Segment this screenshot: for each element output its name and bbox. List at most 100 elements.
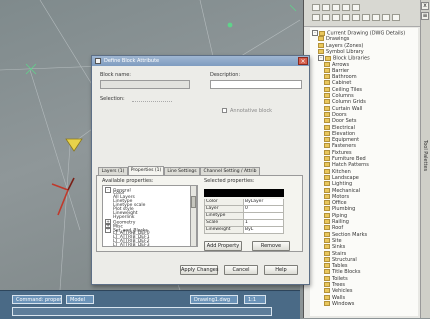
palette-tool-icon[interactable] [372, 14, 380, 21]
folder-icon [324, 200, 330, 206]
expand-toggle-icon[interactable]: - [318, 55, 324, 62]
selected-properties-grid[interactable]: Color ByLayer Layer 0 Linetype Scale 1 Lineweig… [204, 199, 284, 234]
grid-row[interactable]: Scale 1 [204, 220, 284, 227]
palette-close-icon[interactable]: x [421, 2, 429, 10]
model-tab[interactable]: Model [66, 295, 94, 304]
palette-titlebar[interactable]: Tool Palettes [420, 0, 430, 318]
available-properties-list[interactable]: - General Color All Layers Linetype Linetype … [102, 185, 198, 247]
property-list-item[interactable]: LT_ATTRIB_DEF3 [113, 243, 150, 246]
folder-icon [324, 80, 330, 86]
folder-icon [324, 124, 330, 130]
palette-tree-label: Title Blocks [332, 269, 361, 276]
folder-icon [324, 67, 330, 73]
palette-tool-icon[interactable] [352, 4, 360, 11]
palette-tree-label: Column Grids [332, 99, 366, 106]
folder-icon [324, 174, 330, 180]
annotative-checkbox[interactable] [222, 108, 227, 113]
command-input[interactable] [12, 307, 272, 316]
description-label: Description: [210, 72, 241, 78]
palette-tree-label: Site [332, 237, 342, 244]
grid-key: Layer [204, 206, 244, 213]
tab-channel-settings[interactable]: Channel Setting / Attrib [200, 167, 260, 175]
palette-tool-icon[interactable] [392, 14, 400, 21]
palette-tree-label: Tables [332, 263, 348, 270]
command-line-button[interactable]: Command: properties [12, 295, 62, 304]
scale-button[interactable]: 1:1 [244, 295, 266, 304]
grid-value[interactable]: 0 [244, 206, 284, 213]
remove-button[interactable]: Remove [252, 241, 290, 251]
palette-menu-icon[interactable]: ≡ [421, 12, 429, 20]
expand-toggle-icon[interactable]: - [105, 187, 111, 193]
axis-tripod-icon [51, 177, 75, 216]
tab-line-settings[interactable]: Line Settings [164, 167, 200, 175]
palette-tool-icon[interactable] [332, 14, 340, 21]
folder-icon [318, 36, 324, 42]
palette-tool-icon[interactable] [312, 14, 320, 21]
palette-tool-icon[interactable] [322, 4, 330, 11]
palette-tool-icon[interactable] [342, 4, 350, 11]
tab-layers[interactable]: Layers (1) [98, 167, 128, 175]
name-field[interactable] [100, 80, 190, 89]
palette-tree-label: Kitchen [332, 168, 351, 175]
palette-tree-label: Equipment [332, 137, 360, 144]
folder-icon [324, 250, 330, 256]
help-button[interactable]: Help [264, 265, 298, 275]
grid-value[interactable]: 1 [244, 220, 284, 227]
grid-value[interactable]: ByL [244, 227, 284, 234]
palette-tree-label: Trees [332, 282, 346, 288]
add-property-button[interactable]: Add Property [204, 241, 242, 251]
palette-tree[interactable]: - Current Drawing (DWG Details) Drawings La… [310, 28, 418, 316]
palette-tool-icon[interactable] [312, 4, 320, 11]
palette-tree-label: Sinks [332, 244, 346, 251]
folder-icon [324, 294, 330, 300]
file-tab[interactable]: Drawing1.dwg [190, 295, 238, 304]
folder-icon [324, 275, 330, 281]
palette-tree-label: Barrier [332, 67, 350, 74]
palette-tree-label: Structural [332, 256, 357, 263]
folder-icon [324, 187, 330, 193]
folder-icon [324, 168, 330, 174]
close-icon[interactable]: × [298, 57, 308, 65]
grid-key: Scale [204, 220, 244, 227]
grid-row[interactable]: Lineweight ByL [204, 227, 284, 234]
selection-label: Selection: [100, 96, 125, 102]
ucs-triangle-icon [65, 138, 83, 152]
cancel-button[interactable]: Cancel [224, 265, 258, 275]
expand-toggle-icon[interactable]: - [105, 227, 111, 233]
folder-icon [324, 149, 330, 155]
selected-props-label: Selected properties: [204, 178, 255, 184]
grid-row[interactable]: Color ByLayer [204, 199, 284, 206]
folder-icon [324, 300, 330, 306]
folder-icon [324, 288, 330, 294]
palette-tool-icon[interactable] [322, 14, 330, 21]
apply-button[interactable]: Apply Changes [180, 265, 218, 275]
palette-tree-item[interactable]: Windows [324, 300, 354, 308]
palette-tree-label: Landscape [332, 174, 359, 181]
folder-icon [324, 99, 330, 105]
palette-tool-icon[interactable] [382, 14, 390, 21]
palette-tree-label: Furniture Bed [332, 156, 366, 162]
grid-value[interactable] [244, 213, 284, 220]
folder-icon [324, 244, 330, 250]
grid-value[interactable]: ByLayer [244, 199, 284, 206]
palette-tree-label: Ceiling Tiles [332, 86, 363, 93]
command-bar: Command: properties Model Drawing1.dwg 1… [0, 290, 300, 319]
palette-tool-icon[interactable] [332, 4, 340, 11]
description-field[interactable] [210, 80, 302, 89]
properties-scrollbar[interactable] [190, 185, 197, 247]
scroll-thumb[interactable] [191, 196, 196, 208]
expand-toggle-icon[interactable]: - [312, 30, 318, 36]
dialog-titlebar[interactable]: Define Block Attribute × [92, 56, 309, 66]
folder-icon [324, 212, 330, 218]
palette-tool-icon[interactable] [352, 14, 360, 21]
folder-icon [324, 86, 330, 92]
palette-tree-label: Arrows [332, 61, 350, 68]
folder-icon [324, 162, 330, 168]
palette-tool-icon[interactable] [362, 14, 370, 21]
grid-row[interactable]: Linetype [204, 213, 284, 220]
available-props-label: Available properties: [102, 178, 154, 184]
grid-row[interactable]: Layer 0 [204, 206, 284, 213]
palette-tree-label: Walls [332, 294, 346, 301]
palette-tool-icon[interactable] [342, 14, 350, 21]
tab-properties[interactable]: Properties (1) [128, 166, 164, 175]
